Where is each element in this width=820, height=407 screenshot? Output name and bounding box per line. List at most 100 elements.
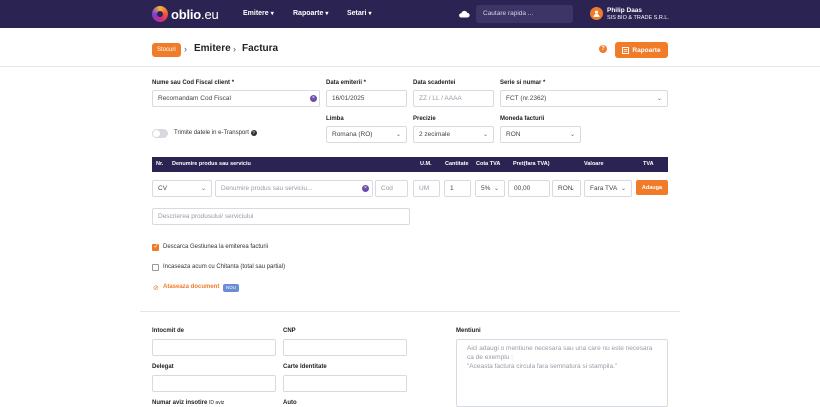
product-description-input[interactable]: Descrierea produsului/ serviciului <box>152 208 410 225</box>
um-input[interactable]: UM <box>413 180 440 197</box>
issue-date-input[interactable]: 16/01/2025 <box>326 90 407 107</box>
nav-emitere[interactable]: Emitere ▾ <box>243 10 274 17</box>
th-name: Denumire produs sau serviciu <box>172 161 251 167</box>
item-type-select[interactable]: CV ⌄ <box>152 180 212 197</box>
delegate-label: Delegat <box>152 364 174 370</box>
mentions-placeholder-2: ca de exemplu : <box>467 354 513 361</box>
item-type-value: CV <box>158 185 168 192</box>
cnp-label: CNP <box>283 328 296 334</box>
clear-product-icon[interactable]: × <box>362 185 369 192</box>
quantity-input[interactable]: 1 <box>444 180 471 197</box>
breadcrumb-emitere[interactable]: Emitere <box>194 43 231 54</box>
due-date-input[interactable]: ZZ / LL / AAAA <box>413 90 494 107</box>
discharge-stock-checkbox[interactable] <box>152 243 159 251</box>
vat-mode-value: Fara TVA <box>590 185 618 192</box>
series-select[interactable]: FCT (nr.2362) ⌄ <box>500 90 668 107</box>
user-avatar[interactable] <box>590 7 603 20</box>
th-price: Pret(fara TVA) <box>513 161 550 167</box>
chevron-down-icon: ⌄ <box>200 186 206 192</box>
logo-suffix: .eu <box>201 6 219 22</box>
issue-date-label: Data emiterii * <box>326 80 367 86</box>
rapoarte-label: Rapoarte <box>632 46 661 54</box>
aviz-label: Numar aviz insotire ID aviz <box>152 400 224 406</box>
paperclip-icon[interactable]: ⊘ <box>153 284 159 292</box>
breadcrumb-chevron-icon: › <box>184 44 187 54</box>
th-um: U.M. <box>420 161 432 167</box>
new-badge: NOU <box>223 284 239 292</box>
stocuri-badge[interactable]: Stocuri <box>152 43 181 57</box>
collect-receipt-checkbox[interactable] <box>152 264 159 271</box>
user-company[interactable]: SIS BIO & TRADE S.R.L. <box>607 15 669 21</box>
etransport-label: Trimite datele in e-Transport ? <box>174 130 257 136</box>
language-value: Romana (RO) <box>332 131 373 138</box>
chevron-down-icon: ⌄ <box>482 132 488 138</box>
chevron-down-icon: ⌄ <box>493 186 499 192</box>
mentions-placeholder-1: Aici adaugi o mentiune necesara sau una … <box>467 345 653 352</box>
aviz-suffix: ID aviz <box>209 400 225 406</box>
cnp-input[interactable] <box>283 339 407 356</box>
logo-main: oblio <box>171 6 202 22</box>
user-name[interactable]: Philip Daas <box>607 7 642 14</box>
delegate-input[interactable] <box>152 375 276 392</box>
precision-label: Precizie <box>413 116 436 122</box>
currency-select[interactable]: RON ⌄ <box>500 126 581 143</box>
client-label: Nume sau Cod Fiscal client * <box>152 80 235 86</box>
th-vat: TVA <box>643 161 654 167</box>
rapoarte-button[interactable]: Rapoarte <box>615 42 668 58</box>
mentions-placeholder-3: "Aceasta factura circula fara semnatura … <box>467 363 618 370</box>
chevron-down-icon: ⌄ <box>569 132 575 138</box>
help-icon[interactable]: ? <box>599 45 607 53</box>
clear-client-icon[interactable]: × <box>310 95 317 102</box>
th-quantity: Cantitate <box>445 161 469 167</box>
question-icon[interactable]: ? <box>250 130 257 136</box>
oblio-logo-icon <box>152 6 168 22</box>
price-currency-select[interactable]: RON ⌄ <box>552 180 581 197</box>
issued-by-label: Intocmit de <box>152 328 185 334</box>
divider <box>140 311 680 312</box>
chevron-down-icon: ▾ <box>325 11 329 17</box>
vat-mode-select[interactable]: Fara TVA ⌄ <box>584 180 632 197</box>
product-name-input[interactable]: Denumire produs sau serviciu... <box>215 180 373 197</box>
breadcrumb-chevron-icon: › <box>233 44 236 54</box>
precision-select[interactable]: 2 zecimale ⌄ <box>413 126 494 143</box>
nav-rapoarte[interactable]: Rapoarte ▾ <box>293 10 328 17</box>
page-title: Factura <box>242 43 279 54</box>
th-nr: Nr. <box>156 161 164 167</box>
chevron-down-icon: ⌄ <box>395 132 401 138</box>
id-card-input[interactable] <box>283 375 407 392</box>
collect-receipt-label: Incaseaza acum cu Chitanta (total sau pa… <box>163 264 286 270</box>
chevron-down-icon: ⌄ <box>620 186 626 192</box>
chevron-down-icon: ⌄ <box>656 96 662 102</box>
mentions-textarea[interactable]: Aici adaugi o mentiune necesara sau una … <box>456 339 668 407</box>
etransport-label-text: Trimite datele in e-Transport <box>174 130 249 136</box>
nav-setari-label: Setari <box>347 10 367 17</box>
client-input[interactable]: Recomandam Cod Fiscal <box>152 90 320 107</box>
price-input[interactable]: 00,00 <box>508 180 550 197</box>
add-product-button[interactable]: Adauga <box>636 180 668 195</box>
report-icon <box>622 46 630 54</box>
th-value: Valoare <box>584 161 604 167</box>
user-icon <box>593 10 600 17</box>
language-select[interactable]: Romana (RO) ⌄ <box>326 126 407 143</box>
nav-rapoarte-label: Rapoarte <box>293 10 324 17</box>
chevron-down-icon: ▾ <box>368 11 372 17</box>
vat-rate-select[interactable]: 5% ⌄ <box>475 180 505 197</box>
language-label: Limba <box>326 116 344 122</box>
cloud-icon[interactable] <box>458 10 470 18</box>
nav-setari[interactable]: Setari ▾ <box>347 10 371 17</box>
quick-search-input[interactable]: Cautare rapida ... <box>476 5 573 23</box>
issued-by-input[interactable] <box>152 339 276 356</box>
nav-emitere-label: Emitere <box>243 10 269 17</box>
products-table-header: Nr. Denumire produs sau serviciu U.M. Ca… <box>152 157 668 172</box>
discharge-stock-label: Descarca Gestiunea la emiterea facturii <box>163 244 269 250</box>
series-value: FCT (nr.2362) <box>506 95 547 102</box>
th-vat-rate: Cota TVA <box>476 161 501 167</box>
mentions-label: Mentiuni <box>456 328 481 334</box>
etransport-toggle[interactable] <box>152 129 168 138</box>
attach-document-link[interactable]: Ataseaza document <box>163 284 219 290</box>
currency-label: Moneda facturii <box>500 116 545 122</box>
oblio-logo[interactable]: oblio.eu <box>152 5 219 23</box>
top-navbar: oblio.eu Emitere ▾ Rapoarte ▾ Setari ▾ Caut… <box>0 0 820 28</box>
product-code-input[interactable]: Cod <box>375 180 408 197</box>
precision-value: 2 zecimale <box>419 131 451 138</box>
